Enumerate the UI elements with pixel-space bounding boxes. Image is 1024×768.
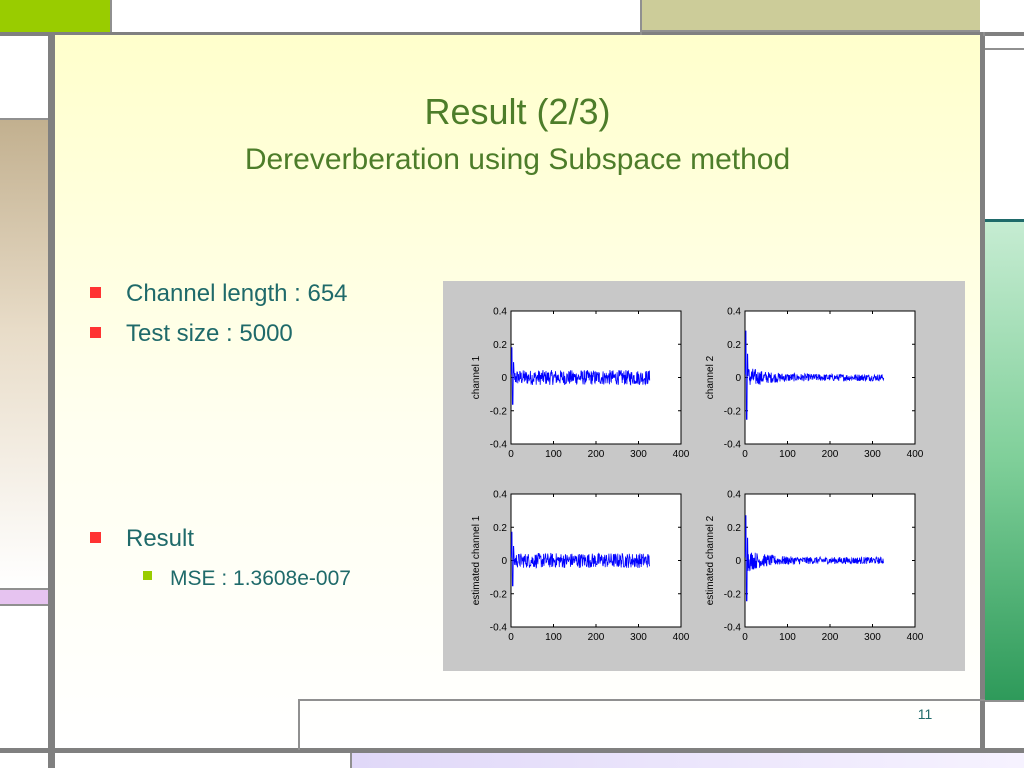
left-pink-band (0, 588, 48, 606)
x-tick-label: 100 (545, 449, 562, 460)
y-tick-label: 0.4 (493, 307, 507, 318)
y-tick-label: -0.4 (490, 623, 508, 634)
slide-subtitle: Dereverberation using Subspace method (244, 143, 791, 176)
y-tick-label: 0 (735, 556, 741, 567)
y-tick-label: -0.4 (490, 440, 508, 451)
x-tick-label: 200 (822, 449, 839, 460)
top-right-rule (985, 48, 1024, 50)
y-tick-label: -0.4 (724, 440, 742, 451)
x-tick-label: 300 (630, 449, 647, 460)
page-number: 11 (917, 706, 933, 722)
x-tick-label: 100 (545, 632, 562, 643)
x-tick-label: 0 (742, 632, 748, 643)
top-white-band (110, 0, 640, 32)
left-vertical-rule (48, 36, 55, 768)
footer-outline-box (298, 699, 985, 750)
right-bottom-rule (985, 700, 1024, 702)
bullet-marker (90, 327, 101, 338)
x-tick-label: 300 (630, 632, 647, 643)
bullet-channel-length: Channel length : 654 (126, 280, 348, 307)
x-tick-label: 200 (588, 632, 605, 643)
y-axis-label: channel 1 (471, 355, 482, 399)
x-tick-label: 100 (779, 632, 796, 643)
y-tick-label: 0 (501, 556, 507, 567)
y-tick-label: 0.2 (493, 340, 507, 351)
slide-title: Result (2/3) (424, 91, 611, 132)
y-tick-label: 0.4 (727, 490, 741, 501)
top-right-tan-block (640, 0, 980, 32)
x-tick-label: 0 (742, 449, 748, 460)
x-tick-label: 100 (779, 449, 796, 460)
y-tick-label: -0.2 (490, 589, 508, 600)
green-corner-block (0, 0, 110, 32)
bullet-result: Result (126, 525, 195, 552)
y-tick-label: 0.2 (727, 340, 741, 351)
x-tick-label: 200 (588, 449, 605, 460)
bullet-marker (90, 532, 101, 543)
x-tick-label: 400 (907, 632, 924, 643)
figure-panel: 0 100 200 300 400 0.4 0.2 0 -0.2 -0.4 channel 1 0 10… (443, 281, 965, 671)
x-tick-label: 0 (508, 632, 514, 643)
x-tick-label: 400 (673, 632, 690, 643)
y-tick-label: 0 (735, 373, 741, 384)
x-tick-label: 200 (822, 632, 839, 643)
x-tick-label: 400 (907, 449, 924, 460)
y-tick-label: 0.2 (493, 523, 507, 534)
left-tan-strip (0, 118, 48, 588)
bullet-marker (90, 287, 101, 298)
right-green-strip (985, 222, 1024, 700)
y-tick-label: -0.2 (724, 406, 742, 417)
y-axis-label: channel 2 (705, 355, 716, 399)
x-tick-label: 400 (673, 449, 690, 460)
y-tick-label: 0.2 (727, 523, 741, 534)
y-tick-label: -0.4 (724, 623, 742, 634)
sub-bullet-mse: MSE : 1.3608e-007 (170, 567, 351, 590)
bottom-lavender-band (350, 753, 1024, 768)
x-tick-label: 300 (864, 632, 881, 643)
y-axis-label: estimated channel 1 (471, 515, 482, 605)
subplot-figure: 0 100 200 300 400 0.4 0.2 0 -0.2 -0.4 channel 1 0 10… (471, 307, 924, 644)
x-tick-label: 0 (508, 449, 514, 460)
bullet-test-size: Test size : 5000 (126, 320, 293, 347)
y-tick-label: -0.2 (724, 589, 742, 600)
y-tick-label: -0.2 (490, 406, 508, 417)
y-tick-label: 0 (501, 373, 507, 384)
x-tick-label: 300 (864, 449, 881, 460)
y-axis-label: estimated channel 2 (705, 515, 716, 605)
y-tick-label: 0.4 (493, 490, 507, 501)
y-tick-label: 0.4 (727, 307, 741, 318)
sub-bullet-marker (143, 571, 152, 580)
